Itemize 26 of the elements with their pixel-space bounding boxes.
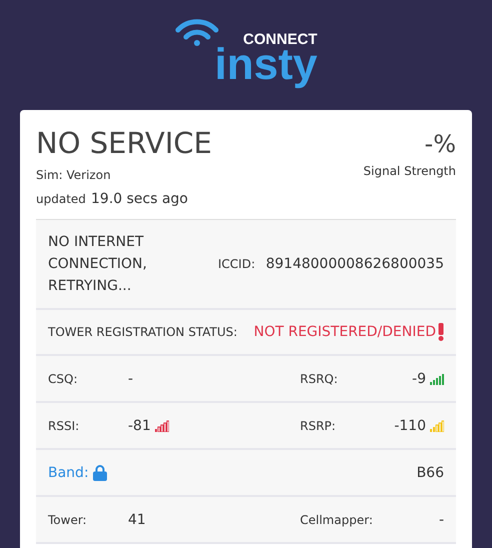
- lock-icon[interactable]: [92, 464, 107, 480]
- field-value: -81: [128, 418, 151, 434]
- field-label: CSQ:: [48, 372, 78, 386]
- band-value: B66: [416, 464, 444, 480]
- connection-message: NO INTERNET CONNECTION, RETRYING...: [48, 233, 148, 296]
- iccid-label: ICCID:: [218, 257, 256, 271]
- field-value: -: [438, 512, 444, 528]
- field-label: Cellmapper:: [300, 512, 373, 526]
- field-value: 41: [128, 512, 146, 528]
- sim-label: Sim: Verizon: [36, 168, 112, 182]
- updated-time: 19.0 secs ago: [91, 191, 188, 207]
- field-value: -: [128, 370, 134, 386]
- field-value: -110: [394, 418, 426, 434]
- signal-value: -%: [424, 130, 456, 158]
- field-label: Tower:: [48, 512, 88, 526]
- field-label: RSRP:: [300, 418, 336, 432]
- iccid-value: 89148000008626800035: [266, 256, 444, 272]
- registration-value: NOT REGISTERED/DENIED: [254, 324, 436, 340]
- signal-label: Signal Strength: [363, 164, 456, 178]
- field-value: -9: [412, 370, 426, 386]
- band-link[interactable]: Band:: [48, 464, 89, 480]
- field-label: RSRQ:: [300, 372, 338, 386]
- status-title: NO SERVICE: [36, 126, 212, 160]
- registration-label: TOWER REGISTRATION STATUS:: [48, 325, 238, 339]
- updated-label: updated: [36, 192, 86, 206]
- field-label: RSSI:: [48, 418, 80, 432]
